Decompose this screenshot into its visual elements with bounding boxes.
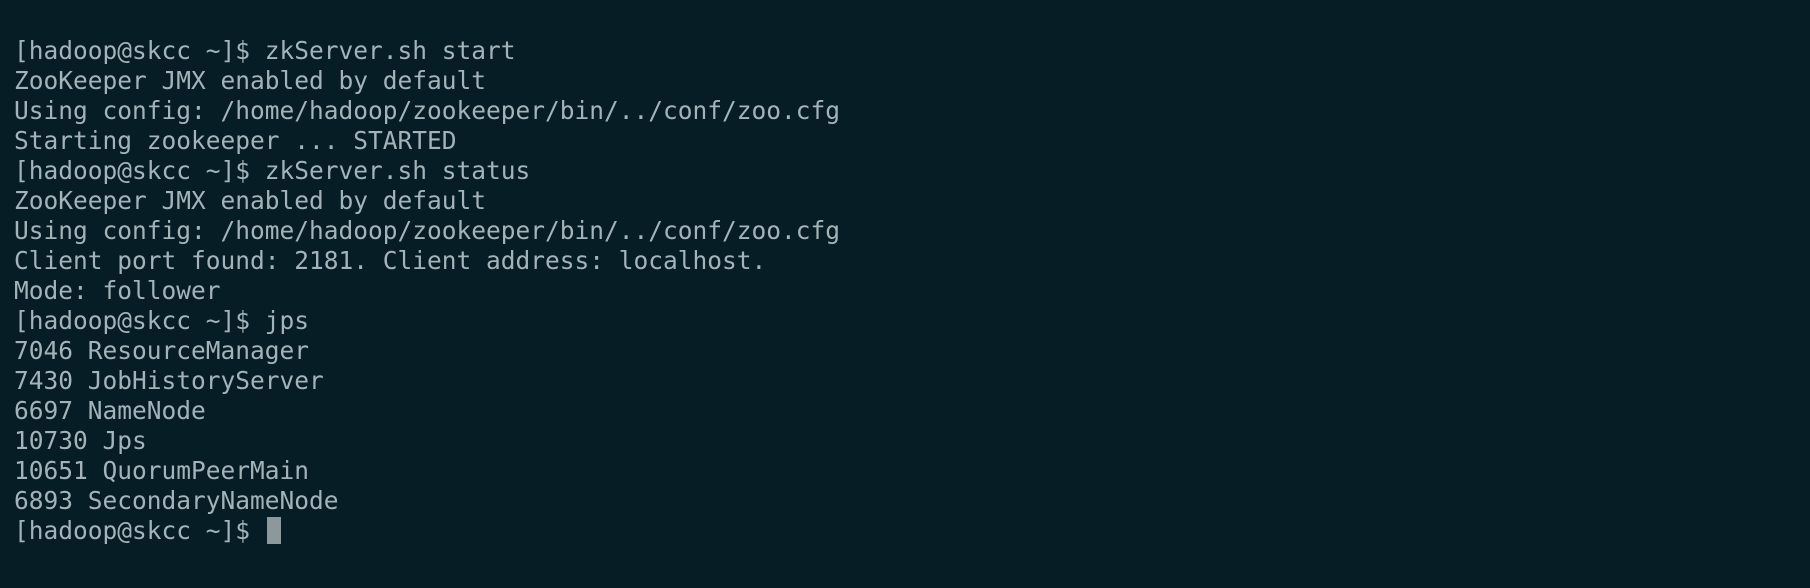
text-cursor[interactable]	[266, 517, 281, 544]
terminal-line: 7046 ResourceManager	[14, 336, 1810, 366]
terminal-line: Starting zookeeper ... STARTED	[14, 126, 1810, 156]
terminal-output: [hadoop@skcc ~]$ zkServer.sh start ZooKe…	[14, 36, 1810, 516]
output-text: 10651 QuorumPeerMain	[14, 456, 310, 485]
output-text: Mode: follower	[14, 276, 221, 305]
terminal-line: [hadoop@skcc ~]$ zkServer.sh start	[14, 36, 1810, 66]
output-text: 6893 SecondaryNameNode	[14, 486, 339, 515]
terminal-line: 10730 Jps	[14, 426, 1810, 456]
output-text: Using config: /home/hadoop/zookeeper/bin…	[14, 216, 841, 245]
output-text: 7046 ResourceManager	[14, 336, 310, 365]
terminal-line: Client port found: 2181. Client address:…	[14, 246, 1810, 276]
output-text: 10730 Jps	[14, 426, 147, 455]
terminal-line: 10651 QuorumPeerMain	[14, 456, 1810, 486]
shell-prompt: [hadoop@skcc ~]$	[14, 516, 265, 545]
terminal-line: ZooKeeper JMX enabled by default	[14, 66, 1810, 96]
output-text: Client port found: 2181. Client address:…	[14, 246, 767, 275]
terminal-line: [hadoop@skcc ~]$ jps	[14, 306, 1810, 336]
command-text: zkServer.sh start	[264, 36, 516, 65]
output-text: 7430 JobHistoryServer	[14, 366, 324, 395]
terminal-line: [hadoop@skcc ~]$ zkServer.sh status	[14, 156, 1810, 186]
terminal-line: 6893 SecondaryNameNode	[14, 486, 1810, 516]
terminal-line: 6697 NameNode	[14, 396, 1810, 426]
terminal-line: Using config: /home/hadoop/zookeeper/bin…	[14, 216, 1810, 246]
output-text: Starting zookeeper ... STARTED	[14, 126, 457, 155]
terminal-line: 7430 JobHistoryServer	[14, 366, 1810, 396]
command-text: jps	[264, 306, 310, 335]
terminal-line: ZooKeeper JMX enabled by default	[14, 186, 1810, 216]
terminal-line: Mode: follower	[14, 276, 1810, 306]
output-text: ZooKeeper JMX enabled by default	[14, 186, 487, 215]
shell-prompt: [hadoop@skcc ~]$	[14, 306, 265, 335]
terminal-line: Using config: /home/hadoop/zookeeper/bin…	[14, 96, 1810, 126]
output-text: Using config: /home/hadoop/zookeeper/bin…	[14, 96, 841, 125]
input-line[interactable]: [hadoop@skcc ~]$	[14, 516, 1810, 546]
output-text: 6697 NameNode	[14, 396, 206, 425]
shell-prompt: [hadoop@skcc ~]$	[14, 156, 265, 185]
output-text: ZooKeeper JMX enabled by default	[14, 66, 487, 95]
terminal-window[interactable]: [hadoop@skcc ~]$ zkServer.sh start ZooKe…	[0, 0, 1810, 588]
command-text: zkServer.sh status	[264, 156, 531, 185]
shell-prompt: [hadoop@skcc ~]$	[14, 36, 265, 65]
